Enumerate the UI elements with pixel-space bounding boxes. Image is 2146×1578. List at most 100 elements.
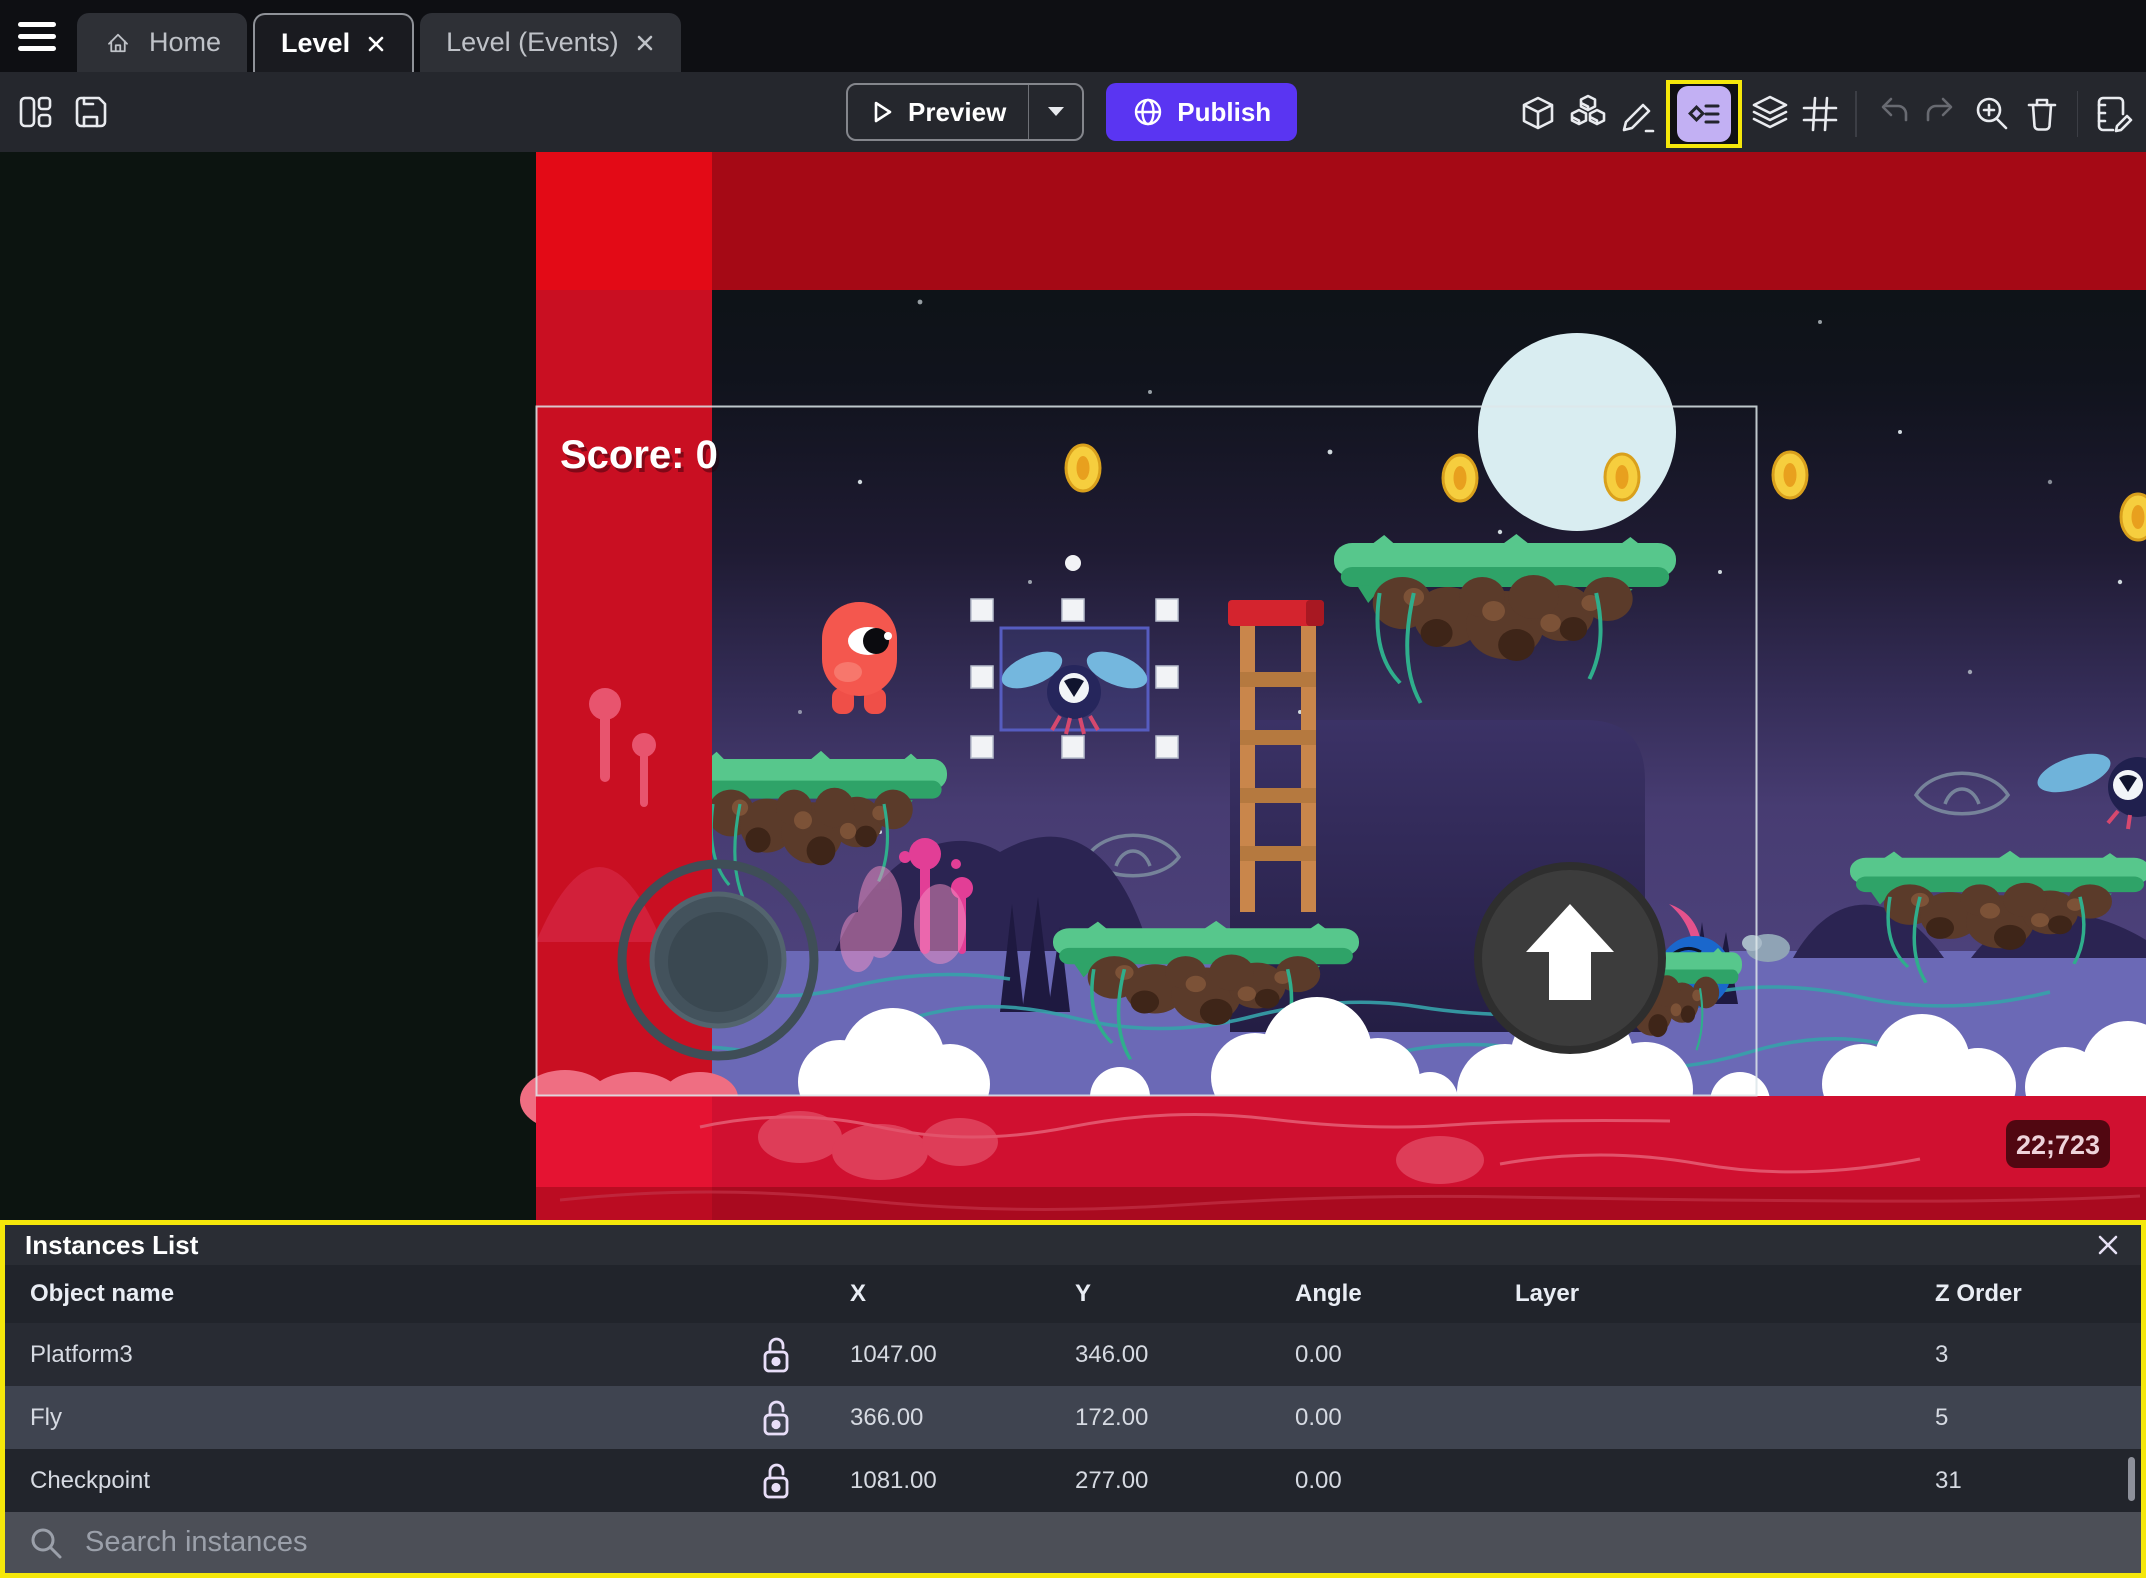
instance-y[interactable]: 172.00 xyxy=(1075,1404,1295,1432)
panels-layout-button[interactable] xyxy=(10,80,60,144)
close-panel-button[interactable] xyxy=(2095,1232,2121,1258)
instance-angle[interactable]: 0.00 xyxy=(1295,1404,1515,1432)
scene-canvas[interactable]: Score: 0 Score: 0 22;723 xyxy=(0,152,2146,1220)
red-zone-top xyxy=(712,152,2146,290)
tab-home[interactable]: Home xyxy=(77,13,248,72)
jump-button[interactable] xyxy=(1474,862,1666,1054)
layers-icon xyxy=(1752,95,1788,129)
instance-name: Fly xyxy=(30,1403,62,1431)
instance-x[interactable]: 1081.00 xyxy=(850,1467,1075,1495)
grid-button[interactable] xyxy=(1795,82,1845,146)
save-icon xyxy=(75,96,107,128)
instances-list-button[interactable] xyxy=(1666,80,1742,148)
tab-level[interactable]: Level xyxy=(253,13,415,72)
instance-x[interactable]: 366.00 xyxy=(850,1404,1075,1432)
col-y: Y xyxy=(1075,1280,1092,1307)
objects-icon xyxy=(1570,94,1606,126)
editor-background xyxy=(0,152,536,1220)
col-object-name: Object name xyxy=(30,1280,175,1307)
instance-z-order[interactable]: 3 xyxy=(1935,1341,2141,1369)
panel-scrollbar[interactable] xyxy=(2128,1457,2135,1501)
hamburger-icon xyxy=(18,21,56,27)
game-editor-window: Home Level Level (Events) Preview Publis… xyxy=(0,0,2146,1578)
red-strip[interactable] xyxy=(536,152,712,290)
toolbar: Preview Publish xyxy=(0,72,2146,152)
zoom-in-icon xyxy=(1976,97,2007,130)
redo-button[interactable] xyxy=(1917,82,1967,146)
table-row-checkpoint[interactable]: Checkpoint 1081.00 277.00 0.00 31 xyxy=(5,1449,2141,1512)
col-z-order: Z Order xyxy=(1935,1280,2022,1307)
coin[interactable] xyxy=(1603,452,1641,502)
toolbar-separator xyxy=(2076,91,2078,137)
edit-object-button[interactable] xyxy=(1613,82,1663,146)
col-x: X xyxy=(850,1280,867,1307)
instances-list-panel: Instances List Object name X Y Angle Lay… xyxy=(0,1220,2146,1578)
instance-name: Platform3 xyxy=(30,1340,133,1368)
object-3d-button[interactable] xyxy=(1513,82,1563,146)
search-input[interactable] xyxy=(85,1526,2117,1559)
instance-angle[interactable]: 0.00 xyxy=(1295,1341,1515,1369)
chevron-down-icon xyxy=(1047,107,1064,116)
search-icon xyxy=(31,1528,62,1558)
preview-label: Preview xyxy=(908,96,1007,127)
zoom-button[interactable] xyxy=(1967,82,2017,146)
col-angle: Angle xyxy=(1295,1280,1362,1307)
unlock-icon[interactable] xyxy=(760,1334,792,1376)
instance-name: Checkpoint xyxy=(30,1466,151,1494)
edit-events-button[interactable] xyxy=(2088,82,2138,146)
instance-z-order[interactable]: 5 xyxy=(1935,1404,2141,1432)
publish-button[interactable]: Publish xyxy=(1106,83,1298,141)
panel-title: Instances List xyxy=(25,1229,199,1260)
moon[interactable] xyxy=(1478,333,1676,531)
instance-z-order[interactable]: 31 xyxy=(1935,1467,2141,1495)
objects-button[interactable] xyxy=(1563,82,1613,146)
panels-icon xyxy=(19,96,52,128)
unlock-icon[interactable] xyxy=(760,1397,792,1439)
tab-home-label: Home xyxy=(149,27,222,57)
close-icon[interactable] xyxy=(635,33,655,53)
coin[interactable] xyxy=(1064,443,1102,493)
save-button[interactable] xyxy=(66,80,116,144)
table-row-fly-selected[interactable]: Fly 366.00 172.00 0.00 5 xyxy=(5,1386,2141,1449)
instance-x[interactable]: 1047.00 xyxy=(850,1341,1075,1369)
joystick-control[interactable] xyxy=(617,859,819,1061)
tab-level-events-label: Level (Events) xyxy=(446,27,619,57)
trash-icon xyxy=(2027,98,2056,131)
svg-text:22;723: 22;723 xyxy=(2016,1130,2100,1160)
table-row-platform3[interactable]: Platform3 1047.00 346.00 0.00 3 xyxy=(5,1323,2141,1386)
instance-y[interactable]: 277.00 xyxy=(1075,1467,1295,1495)
instances-table-header: Object name X Y Angle Layer Z Order xyxy=(5,1265,2141,1323)
cube-3d-icon xyxy=(1522,96,1554,130)
preview-options-button[interactable] xyxy=(1028,85,1082,139)
instance-y[interactable]: 346.00 xyxy=(1075,1341,1295,1369)
close-icon[interactable] xyxy=(366,34,386,54)
undo-icon xyxy=(1881,97,1907,122)
publish-label: Publish xyxy=(1177,96,1272,127)
main-menu-button[interactable] xyxy=(18,16,62,56)
edit-sheet-icon xyxy=(2097,96,2133,133)
instance-angle[interactable]: 0.00 xyxy=(1295,1467,1515,1495)
layers-button[interactable] xyxy=(1745,82,1795,146)
coordinate-badge: 22;723 xyxy=(2006,1120,2110,1168)
delete-button[interactable] xyxy=(2017,82,2067,146)
undo-button[interactable] xyxy=(1867,82,1917,146)
coin[interactable] xyxy=(1771,450,1809,500)
home-icon xyxy=(108,33,128,52)
coin[interactable] xyxy=(2119,492,2146,542)
coin[interactable] xyxy=(1441,453,1479,503)
redo-icon xyxy=(1926,97,1952,122)
unlock-icon[interactable] xyxy=(760,1460,792,1502)
score-text: Score: 0 xyxy=(560,433,718,477)
grid-icon xyxy=(1802,96,1838,132)
tab-level-events[interactable]: Level (Events) xyxy=(420,13,681,72)
tab-bar: Home Level Level (Events) xyxy=(0,0,2146,72)
tab-level-label: Level xyxy=(281,28,351,58)
fly-instance-selected[interactable] xyxy=(997,626,1153,735)
globe-icon xyxy=(1135,98,1162,126)
col-layer: Layer xyxy=(1515,1280,1580,1307)
pencil-icon xyxy=(1622,103,1655,133)
preview-button[interactable]: Preview xyxy=(846,83,1085,141)
search-row xyxy=(5,1512,2141,1573)
rotate-handle[interactable] xyxy=(1065,555,1081,571)
instances-list-icon xyxy=(1677,86,1731,142)
